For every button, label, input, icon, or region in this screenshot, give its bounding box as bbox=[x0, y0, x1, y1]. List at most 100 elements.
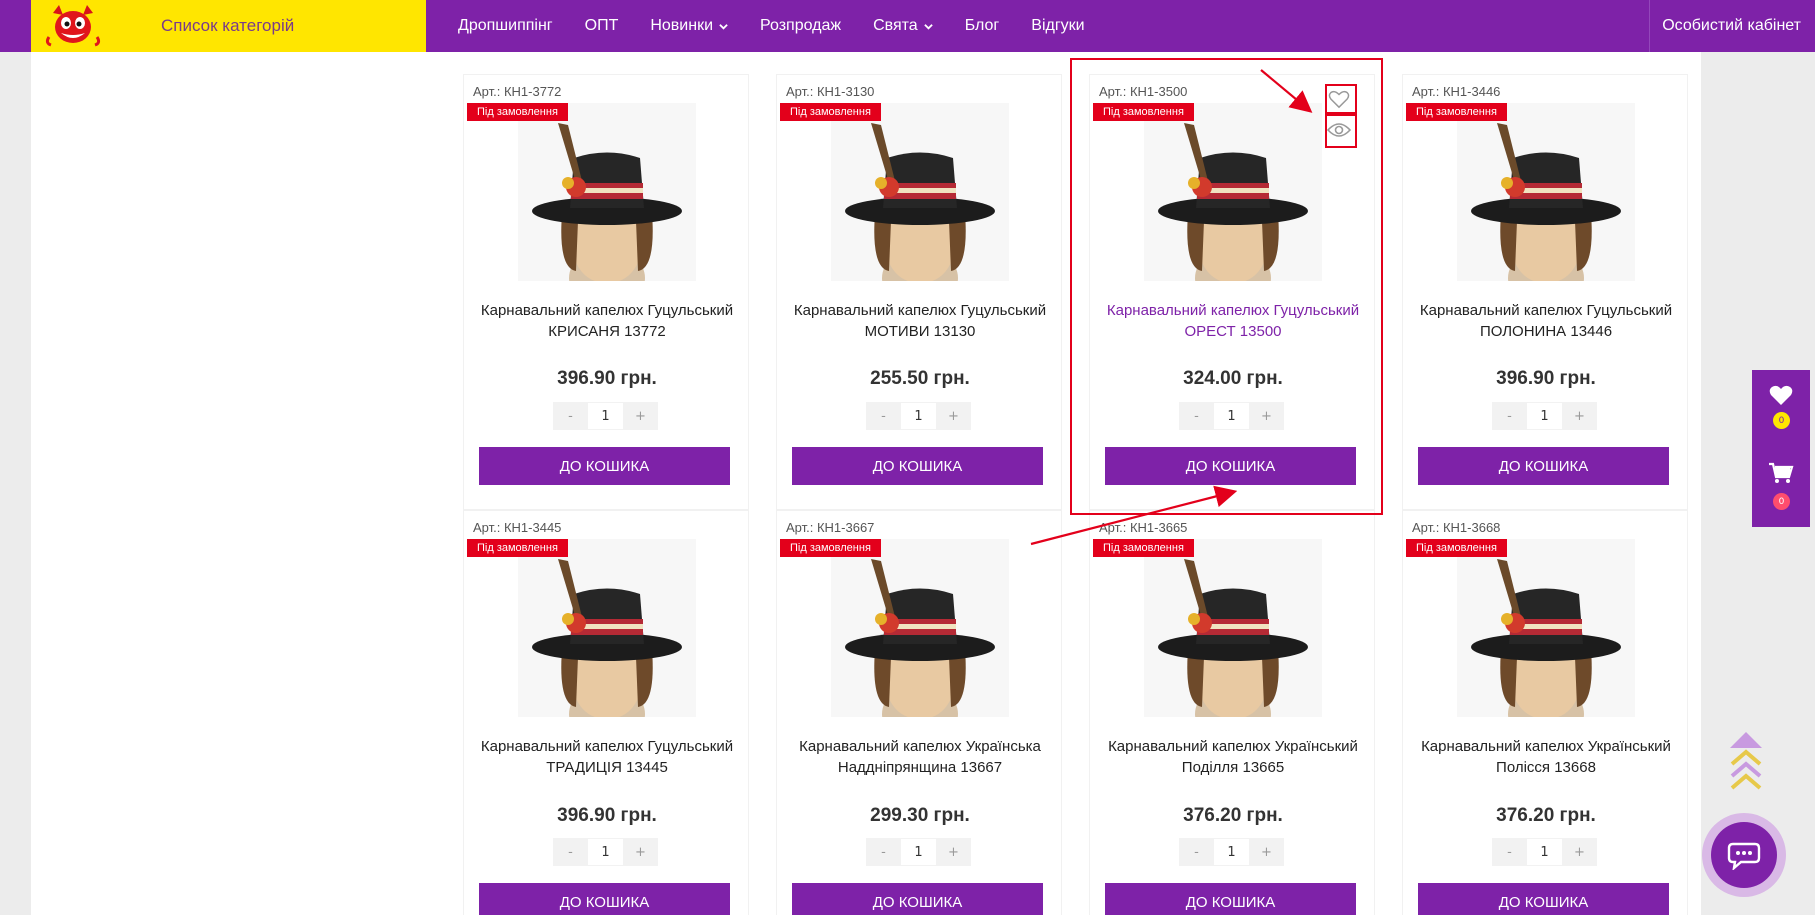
status-badge: Під замовлення bbox=[780, 539, 881, 557]
nav-label[interactable]: Дропшиппінг bbox=[458, 17, 553, 35]
chat-button[interactable] bbox=[1702, 813, 1786, 897]
product-image[interactable] bbox=[831, 539, 1009, 744]
add-to-cart-button[interactable]: ДО КОШИКА bbox=[479, 883, 730, 915]
main-nav: Дропшиппінг ОПТ Новинки Розпродаж Свята … bbox=[458, 0, 1117, 52]
product-title[interactable]: Карнавальний капелюх Український Полісся… bbox=[1413, 736, 1679, 778]
quantity-stepper: - 1 + bbox=[553, 838, 658, 866]
add-to-cart-button[interactable]: ДО КОШИКА bbox=[792, 447, 1043, 485]
nav-item-new[interactable]: Новинки bbox=[650, 17, 728, 35]
quantity-input[interactable]: 1 bbox=[1527, 838, 1562, 866]
status-badge: Під замовлення bbox=[467, 539, 568, 557]
quantity-input[interactable]: 1 bbox=[901, 402, 936, 430]
product-title[interactable]: Карнавальний капелюх Українська Наддніпр… bbox=[787, 736, 1053, 778]
categories-label[interactable]: Список категорій bbox=[161, 16, 294, 36]
cart-count: 0 bbox=[1773, 493, 1790, 510]
increase-button[interactable]: + bbox=[936, 838, 971, 866]
product-card: Арт.: КН1-3445 Під замовлення Карнавальн… bbox=[463, 510, 749, 915]
increase-button[interactable]: + bbox=[623, 402, 658, 430]
side-widget-panel: 0 0 bbox=[1752, 370, 1810, 527]
quantity-stepper: - 1 + bbox=[553, 402, 658, 430]
nav-item-reviews[interactable]: Відгуки bbox=[1031, 17, 1084, 35]
product-card: Арт.: КН1-3772 Під замовлення Карнавальн… bbox=[463, 74, 749, 510]
quantity-input[interactable]: 1 bbox=[1214, 838, 1249, 866]
nav-label[interactable]: Розпродаж bbox=[760, 17, 841, 35]
nav-label[interactable]: Новинки bbox=[650, 17, 713, 35]
heart-icon[interactable] bbox=[1769, 384, 1793, 410]
nav-item-sale[interactable]: Розпродаж bbox=[760, 17, 841, 35]
arrow-up-icon[interactable] bbox=[1726, 726, 1766, 792]
quantity-stepper: - 1 + bbox=[866, 402, 971, 430]
product-card: Арт.: КН1-3668 Під замовлення Карнавальн… bbox=[1402, 510, 1688, 915]
categories-toggle[interactable]: Список категорій bbox=[31, 0, 426, 52]
increase-button[interactable]: + bbox=[936, 402, 971, 430]
add-to-cart-button[interactable]: ДО КОШИКА bbox=[1105, 883, 1356, 915]
nav-item-blog[interactable]: Блог bbox=[965, 17, 1000, 35]
add-to-cart-button[interactable]: ДО КОШИКА bbox=[792, 883, 1043, 915]
top-navbar: Список категорій Дропшиппінг ОПТ Новинки… bbox=[0, 0, 1815, 52]
product-price: 396.90 грн. bbox=[557, 805, 657, 826]
account-label[interactable]: Особистий кабінет bbox=[1662, 17, 1801, 35]
decrease-button[interactable]: - bbox=[1492, 838, 1527, 866]
wishlist-count: 0 bbox=[1773, 412, 1790, 429]
product-card: Арт.: КН1-3665 Під замовлення Карнавальн… bbox=[1089, 510, 1375, 915]
product-title[interactable]: Карнавальний капелюх Український Поділля… bbox=[1100, 736, 1366, 778]
product-sku: Арт.: КН1-3667 bbox=[786, 520, 875, 535]
product-image[interactable] bbox=[1144, 539, 1322, 744]
add-to-cart-button[interactable]: ДО КОШИКА bbox=[1418, 447, 1669, 485]
status-badge: Під замовлення bbox=[780, 103, 881, 121]
product-title[interactable]: Карнавальний капелюх Гуцульський ТРАДИЦІ… bbox=[474, 736, 740, 778]
decrease-button[interactable]: - bbox=[1179, 838, 1214, 866]
product-sku: Арт.: КН1-3772 bbox=[473, 84, 562, 99]
status-badge: Під замовлення bbox=[467, 103, 568, 121]
nav-item-wholesale[interactable]: ОПТ bbox=[585, 17, 619, 35]
decrease-button[interactable]: - bbox=[866, 838, 901, 866]
decrease-button[interactable]: - bbox=[866, 402, 901, 430]
nav-label[interactable]: Свята bbox=[873, 17, 918, 35]
cart-icon[interactable] bbox=[1768, 462, 1794, 488]
decrease-button[interactable]: - bbox=[553, 402, 588, 430]
product-image[interactable] bbox=[518, 103, 696, 308]
chevron-down-icon bbox=[719, 23, 728, 30]
account-link[interactable]: Особистий кабінет bbox=[1649, 0, 1815, 52]
nav-item-holidays[interactable]: Свята bbox=[873, 17, 933, 35]
increase-button[interactable]: + bbox=[1562, 838, 1597, 866]
quantity-input[interactable]: 1 bbox=[1527, 402, 1562, 430]
annotation-highlight-view bbox=[1325, 114, 1357, 148]
product-price: 376.20 грн. bbox=[1496, 805, 1596, 826]
nav-label[interactable]: ОПТ bbox=[585, 17, 619, 35]
product-price: 396.90 грн. bbox=[1496, 368, 1596, 389]
product-sku: Арт.: КН1-3130 bbox=[786, 84, 875, 99]
product-title[interactable]: Карнавальний капелюх Гуцульський КРИСАНЯ… bbox=[474, 300, 740, 342]
status-badge: Під замовлення bbox=[1093, 539, 1194, 557]
product-price: 299.30 грн. bbox=[870, 805, 970, 826]
add-to-cart-button[interactable]: ДО КОШИКА bbox=[479, 447, 730, 485]
product-image[interactable] bbox=[1457, 539, 1635, 744]
increase-button[interactable]: + bbox=[623, 838, 658, 866]
product-image[interactable] bbox=[1457, 103, 1635, 308]
increase-button[interactable]: + bbox=[1249, 838, 1284, 866]
decrease-button[interactable]: - bbox=[553, 838, 588, 866]
decrease-button[interactable]: - bbox=[1492, 402, 1527, 430]
product-card: Арт.: КН1-3446 Під замовлення Карнавальн… bbox=[1402, 74, 1688, 510]
add-to-cart-button[interactable]: ДО КОШИКА bbox=[1418, 883, 1669, 915]
quantity-input[interactable]: 1 bbox=[588, 402, 623, 430]
quantity-stepper: - 1 + bbox=[1179, 838, 1284, 866]
product-image[interactable] bbox=[518, 539, 696, 744]
product-card: Арт.: КН1-3667 Під замовлення Карнавальн… bbox=[776, 510, 1062, 915]
status-badge: Під замовлення bbox=[1406, 103, 1507, 121]
quantity-input[interactable]: 1 bbox=[588, 838, 623, 866]
quantity-stepper: - 1 + bbox=[1492, 838, 1597, 866]
product-sku: Арт.: КН1-3445 bbox=[473, 520, 562, 535]
product-image[interactable] bbox=[831, 103, 1009, 308]
nav-label[interactable]: Блог bbox=[965, 17, 1000, 35]
nav-label[interactable]: Відгуки bbox=[1031, 17, 1084, 35]
quantity-input[interactable]: 1 bbox=[901, 838, 936, 866]
product-title[interactable]: Карнавальний капелюх Гуцульський ПОЛОНИН… bbox=[1413, 300, 1679, 342]
devil-logo-icon[interactable] bbox=[43, 3, 103, 49]
product-title[interactable]: Карнавальний капелюх Гуцульський МОТИВИ … bbox=[787, 300, 1053, 342]
nav-item-dropshipping[interactable]: Дропшиппінг bbox=[458, 17, 553, 35]
increase-button[interactable]: + bbox=[1562, 402, 1597, 430]
chevron-down-icon bbox=[923, 23, 933, 30]
annotation-highlight-wishlist bbox=[1325, 84, 1357, 114]
quantity-stepper: - 1 + bbox=[866, 838, 971, 866]
